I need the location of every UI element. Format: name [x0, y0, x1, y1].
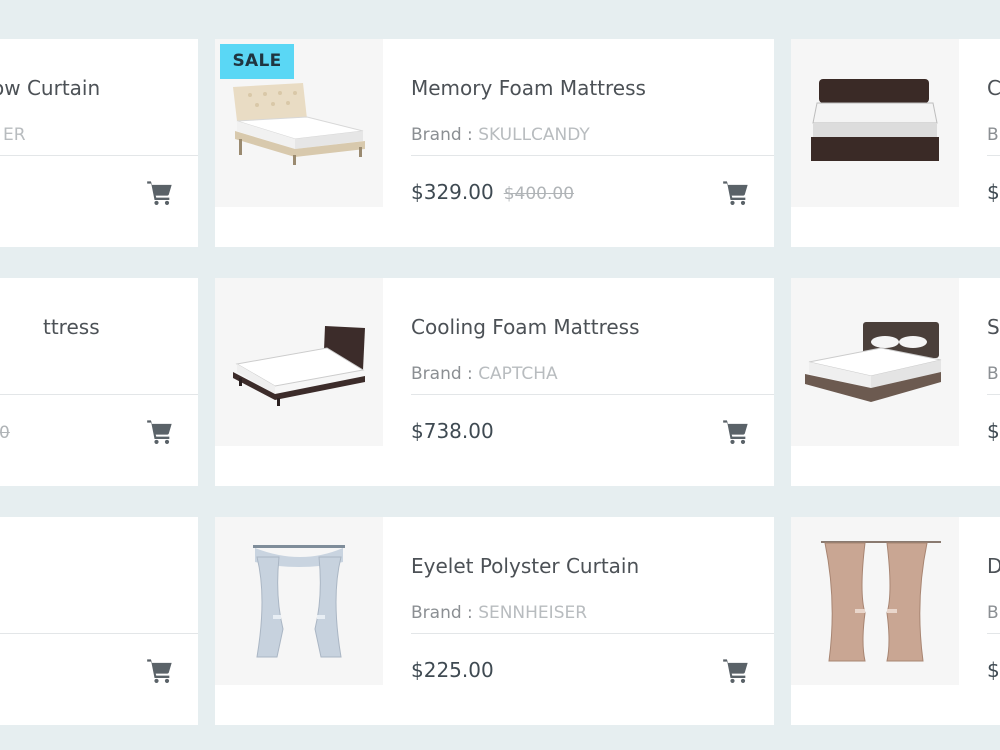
divider	[411, 394, 774, 395]
product-price: $	[987, 180, 1000, 204]
product-price: $	[987, 419, 1000, 443]
old-price: $400.00	[503, 184, 575, 204]
product-card-partial-left[interactable]: ttress 0	[0, 278, 198, 486]
product-brand: B	[987, 364, 999, 384]
product-card-partial-right[interactable]: C B $	[791, 39, 1000, 247]
upholstered-bed-image[interactable]	[791, 278, 959, 446]
product-brand: ER	[3, 125, 26, 145]
product-price: $225.00	[411, 658, 494, 682]
current-price: $329.00	[411, 180, 494, 204]
product-card-eyelet-curtain[interactable]: Eyelet Polyster Curtain Brand : SENNHEIS…	[215, 517, 774, 725]
old-price: 0	[0, 423, 10, 443]
product-title[interactable]: Memory Foam Mattress	[411, 76, 646, 100]
product-title[interactable]: Cooling Foam Mattress	[411, 315, 640, 339]
blue-curtain-image[interactable]	[215, 517, 383, 685]
divider	[987, 394, 1000, 395]
product-price: $738.00	[411, 419, 494, 443]
cart-icon[interactable]	[722, 418, 750, 446]
product-card-partial-right[interactable]: S B $	[791, 278, 1000, 486]
cart-icon[interactable]	[146, 657, 174, 685]
divider	[411, 633, 774, 634]
platform-bed-image[interactable]	[215, 278, 383, 446]
product-brand: Brand : CAPTCHA	[411, 364, 558, 384]
pillowtop-mattress-image[interactable]	[791, 39, 959, 207]
product-title[interactable]: ow Curtain	[0, 76, 100, 100]
product-card-memory-foam[interactable]: SALE Memory Foam Mattress Brand : SKULLC…	[215, 39, 774, 247]
brand-label: Brand :	[411, 364, 473, 384]
brand-name[interactable]: SKULLCANDY	[478, 125, 590, 145]
divider	[0, 155, 198, 156]
divider	[987, 633, 1000, 634]
brand-name[interactable]: ER	[3, 125, 26, 145]
brand-label: Brand :	[411, 125, 473, 145]
product-card-partial-left[interactable]	[0, 517, 198, 725]
cart-icon[interactable]	[722, 179, 750, 207]
product-price: 0	[0, 419, 10, 443]
product-title[interactable]: D	[987, 554, 1000, 578]
product-title[interactable]: ttress	[43, 315, 100, 339]
product-title[interactable]: Eyelet Polyster Curtain	[411, 554, 639, 578]
product-price: $329.00 $400.00	[411, 180, 574, 204]
sale-badge: SALE	[220, 44, 294, 79]
product-brand: B	[987, 603, 999, 623]
current-price: $225.00	[411, 658, 494, 682]
brand-label: Brand :	[411, 603, 473, 623]
product-price: $	[987, 658, 1000, 682]
product-brand: B	[987, 125, 999, 145]
product-title[interactable]: C	[987, 76, 1000, 100]
product-brand: Brand : SENNHEISER	[411, 603, 587, 623]
divider	[987, 155, 1000, 156]
cart-icon[interactable]	[146, 179, 174, 207]
cart-icon[interactable]	[722, 657, 750, 685]
divider	[0, 394, 198, 395]
tan-curtain-image[interactable]	[791, 517, 959, 685]
brand-name[interactable]: SENNHEISER	[478, 603, 587, 623]
cart-icon[interactable]	[146, 418, 174, 446]
brand-name[interactable]: CAPTCHA	[478, 364, 557, 384]
divider	[411, 155, 774, 156]
divider	[0, 633, 198, 634]
current-price: $738.00	[411, 419, 494, 443]
product-title[interactable]: S	[987, 315, 1000, 339]
product-brand: Brand : SKULLCANDY	[411, 125, 590, 145]
product-card-partial-left[interactable]: ow Curtain ER	[0, 39, 198, 247]
product-card-partial-right[interactable]: D B $	[791, 517, 1000, 725]
product-card-cooling-foam[interactable]: Cooling Foam Mattress Brand : CAPTCHA $7…	[215, 278, 774, 486]
